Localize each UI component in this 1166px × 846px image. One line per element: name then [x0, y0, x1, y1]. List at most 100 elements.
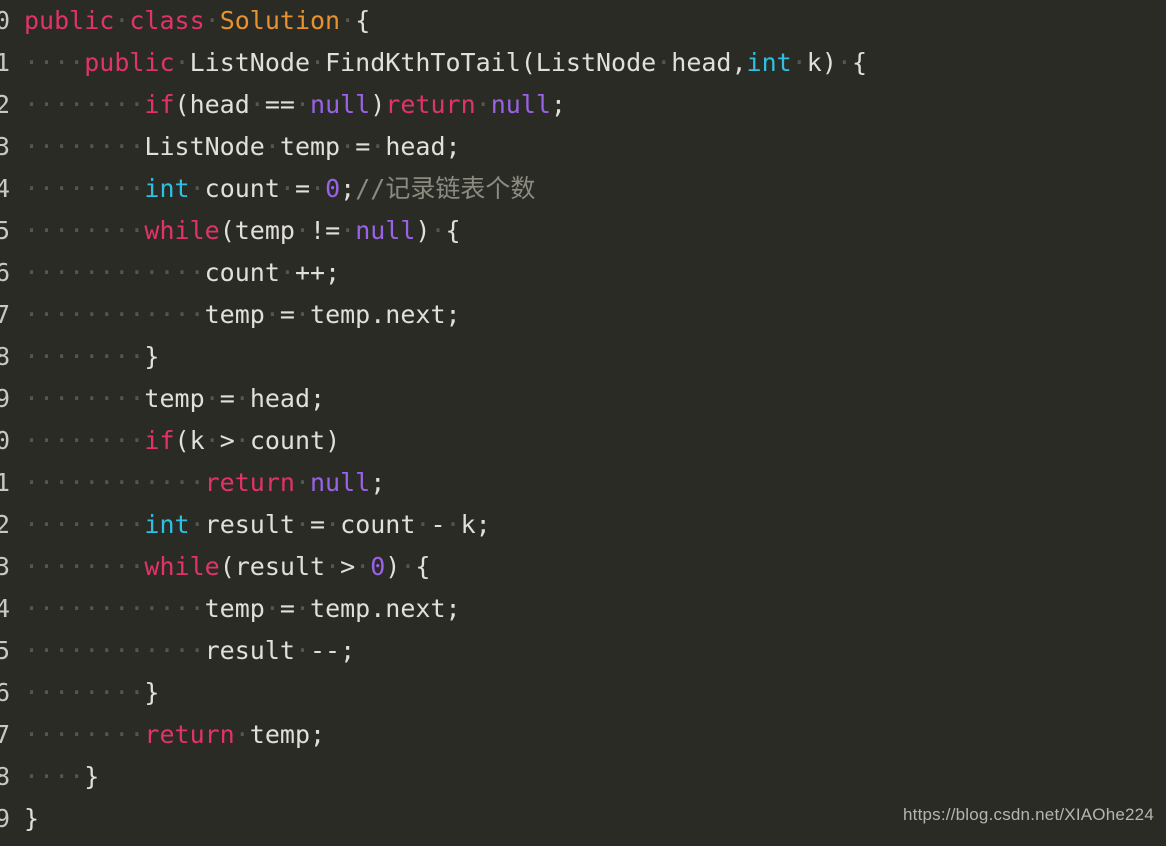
indent-dots: ········ [24, 678, 145, 707]
line-number: 8 [0, 762, 10, 791]
code-line[interactable]: 3 ········ListNode·temp·=·head; [0, 126, 1166, 168]
space-dot: · [114, 6, 130, 35]
code-line[interactable]: 3 ········while(result·>·0)·{ [0, 546, 1166, 588]
indent-dots: ············ [24, 594, 205, 623]
token-default: = [219, 384, 235, 413]
token-default: ListNode [144, 132, 265, 161]
code-line[interactable]: 6 ············count·++; [0, 252, 1166, 294]
code-line[interactable]: 4 ········int·count·=·0;//记录链表个数 [0, 168, 1166, 210]
token-default: ) [385, 552, 401, 581]
token-default: temp; [249, 720, 326, 749]
token-default: count [204, 174, 280, 203]
token-default: count [204, 258, 280, 287]
token-default: != [310, 216, 341, 245]
token-default: ) [415, 216, 431, 245]
space-dot: · [204, 426, 220, 455]
token-comment: //记录链表个数 [355, 174, 536, 203]
token-default: } [84, 762, 100, 791]
code-line[interactable]: 2 ········int·result·=·count·-·k; [0, 504, 1166, 546]
space-dot: · [310, 48, 326, 77]
space-dot: · [310, 174, 326, 203]
indent-dots: ···· [24, 48, 85, 77]
line-number: 1 [0, 48, 10, 77]
space-dot: · [400, 552, 416, 581]
token-default: { [415, 552, 431, 581]
code-line[interactable]: 1 ····public·ListNode·FindKthToTail(ListN… [0, 42, 1166, 84]
token-keyword: return [144, 720, 235, 749]
code-line[interactable]: 7 ········return·temp; [0, 714, 1166, 756]
space-dot: · [234, 426, 250, 455]
line-number: 7 [0, 300, 10, 329]
token-default: FindKthToTail(ListNode [325, 48, 657, 77]
space-dot: · [264, 132, 280, 161]
space-dot: · [294, 468, 310, 497]
token-default: (k [174, 426, 205, 455]
code-editor[interactable]: 0 public·class·Solution·{1 ····public·List… [0, 0, 1166, 846]
line-number: 4 [0, 174, 10, 203]
code-line[interactable]: 4 ············temp·=·temp.next; [0, 588, 1166, 630]
code-line[interactable]: 0 ········if(k·>·count) [0, 420, 1166, 462]
token-default: - [430, 510, 446, 539]
code-text: ········return·temp; [24, 714, 325, 756]
space-dot: · [294, 636, 310, 665]
space-dot: · [189, 510, 205, 539]
code-text: ········} [24, 672, 159, 714]
line-number: 3 [0, 132, 10, 161]
code-text: ········temp·=·head; [24, 378, 325, 420]
token-default: ; [340, 174, 356, 203]
code-line[interactable]: 8 ········} [0, 336, 1166, 378]
space-dot: · [340, 6, 356, 35]
indent-dots: ········ [24, 720, 145, 749]
code-line[interactable]: 6 ········} [0, 672, 1166, 714]
code-line[interactable]: 9 ········temp·=·head; [0, 378, 1166, 420]
space-dot: · [415, 510, 431, 539]
token-literal: 0 [325, 174, 341, 203]
token-class: Solution [219, 6, 341, 35]
indent-dots: ············ [24, 258, 205, 287]
token-type: int [144, 174, 190, 203]
line-number: 4 [0, 594, 10, 623]
code-line[interactable]: 1 ············return·null; [0, 462, 1166, 504]
code-text: ············count·++; [24, 252, 340, 294]
token-default: { [851, 48, 867, 77]
line-number: 7 [0, 720, 10, 749]
token-default: temp [144, 384, 205, 413]
token-default: ListNode [189, 48, 311, 77]
code-line[interactable]: 2 ········if(head·==·null)return·null; [0, 84, 1166, 126]
token-default: count [340, 510, 416, 539]
space-dot: · [204, 384, 220, 413]
token-type: int [144, 510, 190, 539]
space-dot: · [264, 300, 280, 329]
token-default: } [24, 804, 40, 833]
token-keyword: public [24, 6, 115, 35]
token-keyword: while [144, 552, 220, 581]
space-dot: · [445, 510, 461, 539]
code-line[interactable]: 7 ············temp·=·temp.next; [0, 294, 1166, 336]
token-default: = [294, 174, 311, 203]
code-line[interactable]: 0 public·class·Solution·{ [0, 0, 1166, 42]
code-line[interactable]: 5 ········while(temp·!=·null)·{ [0, 210, 1166, 252]
token-default: ; [370, 468, 386, 497]
indent-dots: ···· [24, 762, 85, 791]
code-text: ····} [24, 756, 99, 798]
token-literal: null [355, 216, 416, 245]
space-dot: · [279, 258, 295, 287]
code-text: ············temp·=·temp.next; [24, 294, 461, 336]
code-text: ····public·ListNode·FindKthToTail(ListNo… [24, 42, 867, 84]
token-default: head; [385, 132, 461, 161]
code-line[interactable]: 5 ············result·--; [0, 630, 1166, 672]
code-text: ········while(result·>·0)·{ [24, 546, 430, 588]
line-number: 3 [0, 552, 10, 581]
space-dot: · [294, 90, 311, 119]
token-default: > [340, 552, 356, 581]
token-default: } [144, 342, 160, 371]
code-line[interactable]: 8 ····} [0, 756, 1166, 798]
indent-dots: ········ [24, 132, 145, 161]
space-dot: · [325, 552, 341, 581]
space-dot: · [340, 132, 356, 161]
indent-dots: ········ [24, 342, 145, 371]
token-keyword: if [144, 426, 175, 455]
token-default: temp [204, 300, 265, 329]
code-lines-container[interactable]: 0 public·class·Solution·{1 ····public·List… [0, 0, 1166, 840]
token-default: ) [370, 90, 386, 119]
